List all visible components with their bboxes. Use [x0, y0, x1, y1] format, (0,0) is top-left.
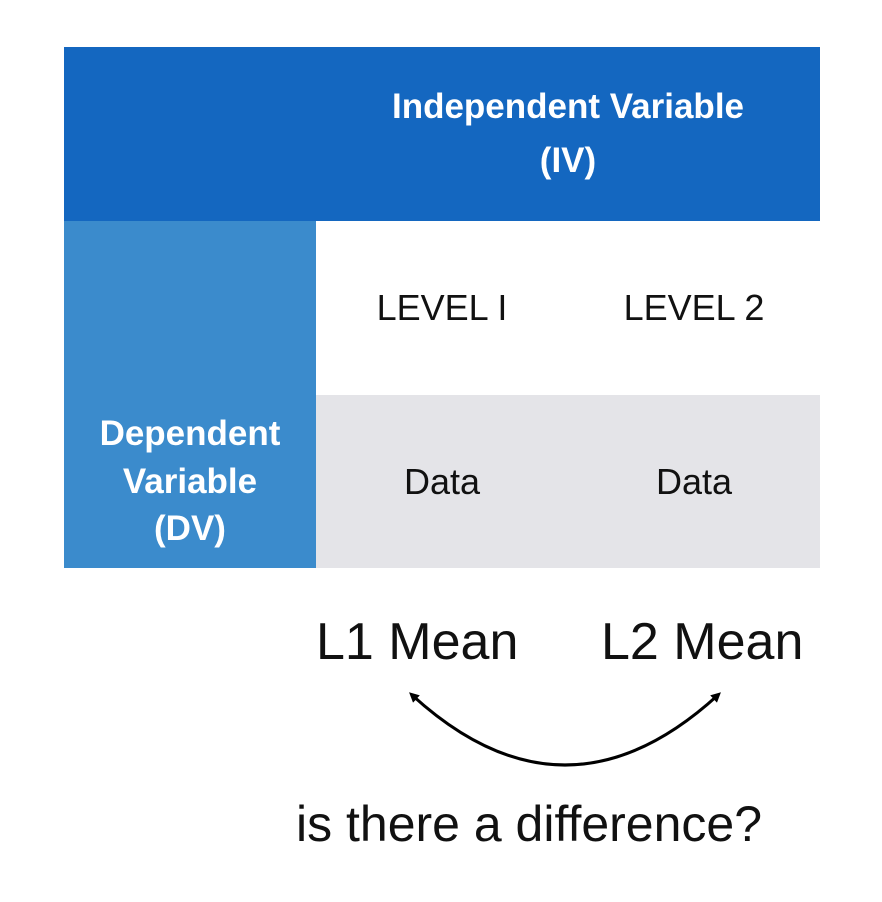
level-2-label: LEVEL 2 [623, 287, 765, 328]
data-cell-level-1: Data [403, 460, 481, 502]
level-2-mean-label: L2 Mean [601, 613, 804, 671]
comparison-arrow-curve [409, 692, 721, 767]
difference-question: is there a difference? [296, 796, 763, 852]
level-1-label: LEVEL I [376, 287, 508, 328]
comparison-double-arrow [409, 692, 721, 767]
level-1-mean-label: L1 Mean [316, 613, 519, 671]
iv-header-label: Independent Variable (IV) [391, 86, 745, 180]
data-cell-level-2: Data [655, 460, 733, 502]
dv-header-label: Dependent Variable (DV) [99, 413, 281, 549]
